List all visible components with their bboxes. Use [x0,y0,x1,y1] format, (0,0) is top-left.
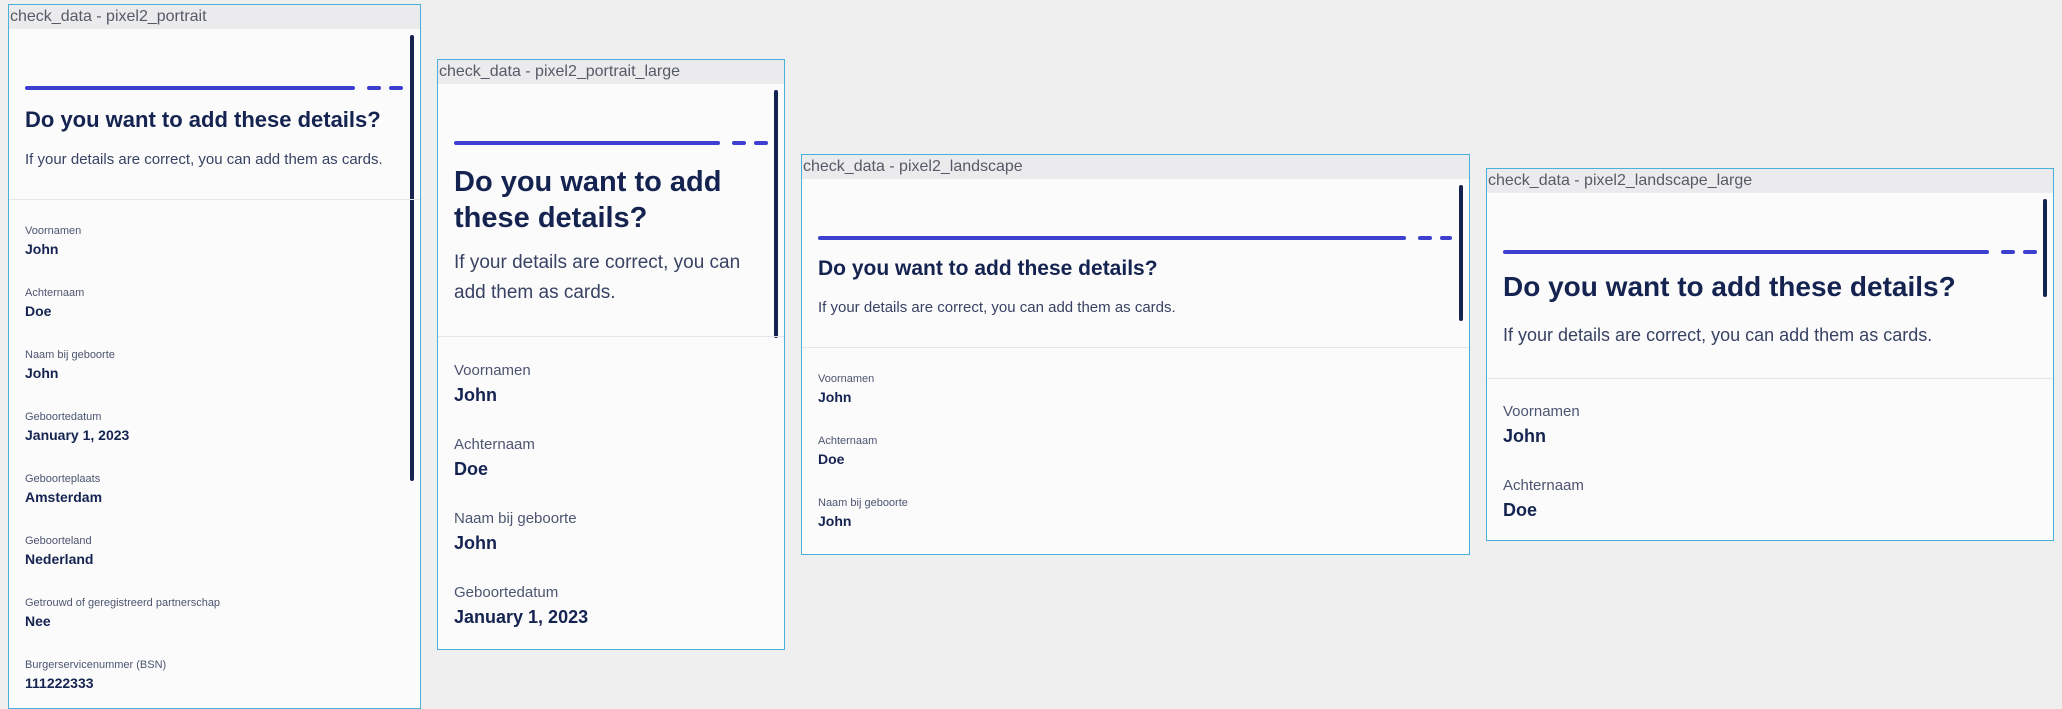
field-value: John [1503,426,1546,446]
scrollbar[interactable] [2043,199,2047,297]
field-first-names: Voornamen John [1503,403,1580,447]
progress-dash [2023,250,2037,254]
field-value: Doe [818,451,845,467]
progress-dash [732,141,746,145]
field-value: John [818,513,852,529]
field-label: Getrouwd of geregistreerd partnerschap [25,597,221,609]
screen: Do you want to add these details? If you… [802,179,1469,554]
page-subtitle: If your details are correct, you can add… [818,299,1176,316]
field-value: John [25,241,59,257]
page-title: Do you want to add these details? [454,166,722,234]
field-date-of-birth: Geboortedatum January 1, 2023 [25,411,129,443]
device-frame-portrait: check_data - pixel2_portrait Do you want… [8,4,421,709]
field-label: Achternaam [454,436,535,453]
field-first-names: Voornamen John [25,225,81,257]
page-subtitle: If your details are correct, you can add… [454,252,741,303]
scrollbar[interactable] [774,90,778,338]
device-title: check_data - pixel2_landscape [802,155,1469,179]
progress-dash [1418,236,1432,240]
field-value: Nederland [25,551,94,567]
scrollbar[interactable] [410,35,414,481]
field-label: Voornamen [25,225,82,237]
field-value: January 1, 2023 [454,607,589,627]
field-value: Doe [1503,500,1538,520]
field-value: Doe [454,459,489,479]
progress-dash [367,86,381,90]
field-label: Naam bij geboorte [454,510,577,527]
field-date-of-birth: Geboortedatum January 1, 2023 [454,584,588,628]
field-first-names: Voornamen John [818,373,874,405]
page-title: Do you want to add these details? [1503,271,1956,302]
field-value: John [25,365,59,381]
field-label: Achternaam [1503,477,1584,494]
field-label: Geboorteland [25,535,92,547]
field-label: Achternaam [25,287,85,299]
progress-dash [389,86,403,90]
device-title: check_data - pixel2_portrait_large [438,60,784,84]
field-value: John [454,533,497,553]
field-value: 111222333 [25,675,94,691]
divider [802,347,1469,348]
field-birth-name: Naam bij geboorte John [818,497,908,529]
field-first-names: Voornamen John [454,362,531,406]
field-last-name: Achternaam Doe [818,435,877,467]
page-title: Do you want to add these details? [25,107,381,132]
field-label: Geboortedatum [25,411,102,423]
screen: Do you want to add these details? If you… [9,29,420,708]
page-subtitle: If your details are correct, you can add… [25,151,383,168]
field-label: Geboortedatum [454,584,559,601]
field-bsn: Burgerservicenummer (BSN) 111222333 [25,659,166,691]
device-frame-landscape: check_data - pixel2_landscape Do you wan… [801,154,1470,555]
field-last-name: Achternaam Doe [454,436,535,480]
field-label: Geboorteplaats [25,473,101,485]
device-frame-portrait-large: check_data - pixel2_portrait_large Do yo… [437,59,785,650]
divider [1487,378,2053,379]
field-label: Achternaam [818,435,878,447]
field-last-name: Achternaam Doe [1503,477,1584,521]
field-value: John [818,389,852,405]
progress-bar [818,236,1406,240]
progress-bar [25,86,355,90]
page-title: Do you want to add these details? [818,257,1158,280]
device-frame-landscape-large: check_data - pixel2_landscape_large Do y… [1486,168,2054,541]
field-value: Nee [25,613,51,629]
field-label: Voornamen [454,362,531,379]
field-value: Amsterdam [25,489,103,505]
field-place-of-birth: Geboorteplaats Amsterdam [25,473,102,505]
device-title: check_data - pixel2_portrait [9,5,420,29]
device-title: check_data - pixel2_landscape_large [1487,169,2053,193]
progress-dash [754,141,768,145]
progress-bar [454,141,720,145]
field-value: January 1, 2023 [25,427,130,443]
field-value: Doe [25,303,52,319]
page-subtitle: If your details are correct, you can add… [1503,325,1933,345]
field-value: John [454,385,497,405]
field-married: Getrouwd of geregistreerd partnerschap N… [25,597,220,629]
progress-bar [1503,250,1989,254]
scrollbar[interactable] [1459,185,1463,321]
screen: Do you want to add these details? If you… [438,84,784,649]
screen: Do you want to add these details? If you… [1487,193,2053,540]
field-label: Naam bij geboorte [818,497,908,509]
field-birth-name: Naam bij geboorte John [454,510,577,554]
field-birth-name: Naam bij geboorte John [25,349,115,381]
field-label: Burgerservicenummer (BSN) [25,659,167,671]
field-label: Naam bij geboorte [25,349,115,361]
field-last-name: Achternaam Doe [25,287,84,319]
progress-dash [1440,236,1452,240]
field-label: Voornamen [818,373,875,385]
field-country-of-birth: Geboorteland Nederland [25,535,93,567]
progress-dash [2001,250,2015,254]
divider [9,199,420,200]
divider [438,336,784,337]
field-label: Voornamen [1503,403,1580,420]
